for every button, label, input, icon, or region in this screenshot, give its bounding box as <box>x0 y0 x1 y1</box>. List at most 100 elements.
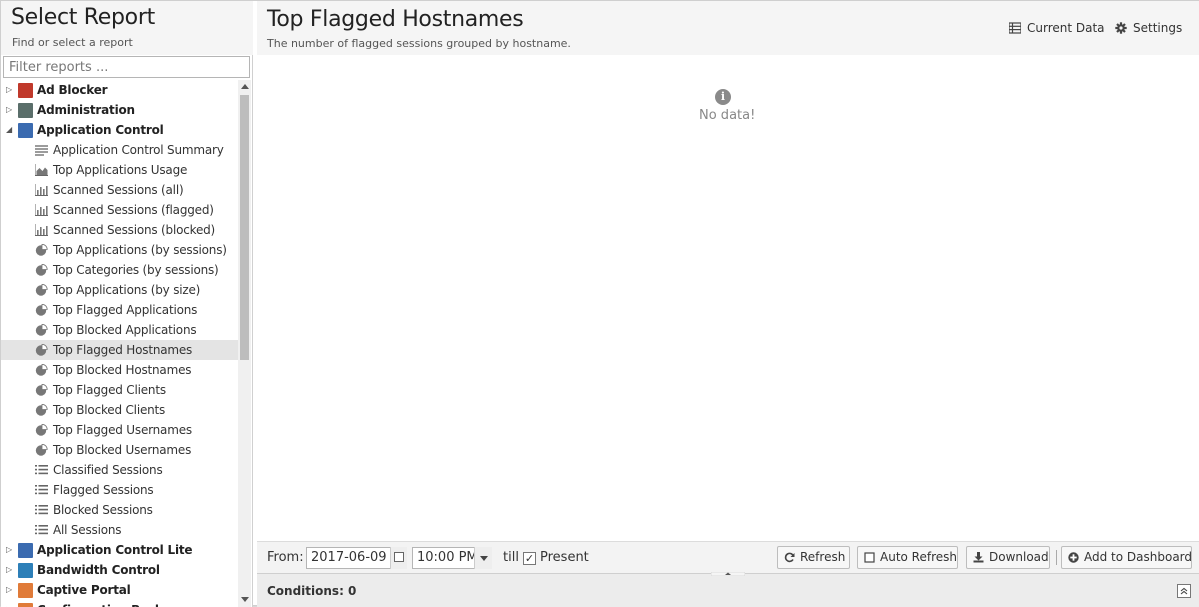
tree-report-item[interactable]: Top Flagged Hostnames <box>1 340 238 360</box>
expand-up-icon[interactable] <box>1177 584 1191 598</box>
tree-item-label: Scanned Sessions (blocked) <box>53 223 216 237</box>
tree-report-item[interactable]: Top Blocked Applications <box>1 320 238 340</box>
tree-item-label: Classified Sessions <box>53 463 163 477</box>
collapsed-arrow-icon[interactable]: ▷ <box>6 580 16 600</box>
calendar-picker-button[interactable] <box>390 547 407 569</box>
scroll-up-icon[interactable] <box>241 84 249 89</box>
collapsed-arrow-icon[interactable]: ▷ <box>6 540 16 560</box>
tree-report-item[interactable]: Scanned Sessions (all) <box>1 180 238 200</box>
tree-report-item[interactable]: Top Blocked Usernames <box>1 440 238 460</box>
refresh-icon <box>784 552 795 563</box>
pie-chart-icon <box>35 424 48 436</box>
tree-report-item[interactable]: Scanned Sessions (flagged) <box>1 200 238 220</box>
list-icon <box>35 485 48 495</box>
text-report-icon <box>35 145 48 156</box>
tree-item-label: Top Applications Usage <box>53 163 188 177</box>
application-control-lite-icon <box>18 543 33 558</box>
download-icon <box>973 552 984 563</box>
tree-item-label: Scanned Sessions (flagged) <box>53 203 214 217</box>
pie-chart-icon <box>35 244 48 256</box>
toolbar-divider <box>1056 550 1057 565</box>
tree-category[interactable]: ▷ Application Control Lite <box>1 540 238 560</box>
collapsed-arrow-icon[interactable]: ▷ <box>6 560 16 580</box>
tree-report-item[interactable]: Flagged Sessions <box>1 480 238 500</box>
tree-report-item[interactable]: Top Applications (by sessions) <box>1 240 238 260</box>
scroll-thumb[interactable] <box>240 95 249 360</box>
plus-circle-icon <box>1068 552 1079 563</box>
tree-item-label: Scanned Sessions (all) <box>53 183 184 197</box>
tree-report-item[interactable]: Top Blocked Hostnames <box>1 360 238 380</box>
tree-report-item[interactable]: Top Blocked Clients <box>1 400 238 420</box>
add-to-dashboard-button[interactable]: Add to Dashboard <box>1061 546 1192 569</box>
tree-category[interactable]: ▷ Administration <box>1 100 238 120</box>
present-label: Present <box>540 550 589 565</box>
conditions-label: Conditions: 0 <box>267 584 357 598</box>
list-icon <box>35 505 48 515</box>
pie-chart-icon <box>35 444 48 456</box>
bar-chart-icon <box>35 184 48 196</box>
tree-item-label: Application Control Summary <box>53 143 224 157</box>
tree-report-item[interactable]: Top Applications (by size) <box>1 280 238 300</box>
bar-chart-icon <box>35 224 48 236</box>
bandwidth-control-icon <box>18 563 33 578</box>
pie-chart-icon <box>35 384 48 396</box>
tree-report-item[interactable]: All Sessions <box>1 520 238 540</box>
collapsed-arrow-icon[interactable]: ▷ <box>6 80 16 100</box>
tree-item-label: Top Categories (by sessions) <box>53 263 219 277</box>
tree-report-item[interactable]: Top Flagged Clients <box>1 380 238 400</box>
pie-chart-icon <box>35 364 48 376</box>
splitter-handle[interactable] <box>711 572 745 576</box>
tree-report-item[interactable]: Top Flagged Applications <box>1 300 238 320</box>
tree-item-label: Top Blocked Applications <box>53 323 197 337</box>
tree-report-item[interactable]: Top Flagged Usernames <box>1 420 238 440</box>
collapsed-arrow-icon[interactable]: ▷ <box>6 100 16 120</box>
tree-report-item[interactable]: Application Control Summary <box>1 140 238 160</box>
tree-category[interactable]: ▷ Bandwidth Control <box>1 560 238 580</box>
tree-category[interactable]: ▷ Ad Blocker <box>1 80 238 100</box>
list-icon <box>35 525 48 535</box>
download-button[interactable]: Download <box>966 546 1050 569</box>
tree-item-label: Top Flagged Hostnames <box>53 343 193 357</box>
tree-report-item[interactable]: Top Categories (by sessions) <box>1 260 238 280</box>
pie-chart-icon <box>35 264 48 276</box>
filter-reports-input[interactable] <box>3 56 250 78</box>
scroll-down-icon[interactable] <box>241 597 249 602</box>
auto-refresh-label: Auto Refresh <box>880 550 957 564</box>
tree-item-label: Top Blocked Usernames <box>53 443 192 457</box>
tree-report-item[interactable]: Scanned Sessions (blocked) <box>1 220 238 240</box>
tree-item-label: Top Flagged Clients <box>53 383 166 397</box>
panel-title: Select Report <box>11 5 155 30</box>
from-label: From: <box>267 550 304 565</box>
present-checkbox[interactable]: ✓ <box>523 552 536 565</box>
calendar-icon <box>394 552 404 562</box>
settings-label: Settings <box>1133 21 1183 35</box>
refresh-button[interactable]: Refresh <box>777 546 850 569</box>
panel-header: Select Report Find or select a report <box>1 1 253 55</box>
chevron-down-icon <box>480 556 488 561</box>
tree-scrollbar[interactable] <box>238 80 251 607</box>
auto-refresh-button[interactable]: Auto Refresh <box>857 546 958 569</box>
report-title: Top Flagged Hostnames <box>267 7 524 32</box>
tree-report-item[interactable]: Classified Sessions <box>1 460 238 480</box>
administration-icon <box>18 103 33 118</box>
pie-chart-icon <box>35 344 48 356</box>
tree-category[interactable]: ▷ Captive Portal <box>1 580 238 600</box>
report-description: The number of flagged sessions grouped b… <box>267 37 571 50</box>
tree-category[interactable]: ◢ Application Control <box>1 120 238 140</box>
captive-portal-icon <box>18 583 33 598</box>
bar-chart-icon <box>35 204 48 216</box>
tree-item-label: Flagged Sessions <box>53 483 154 497</box>
tree-report-item[interactable]: Blocked Sessions <box>1 500 238 520</box>
application-control-icon <box>18 123 33 138</box>
info-icon: i <box>715 89 731 105</box>
pie-chart-icon <box>35 304 48 316</box>
tree-item-label: Top Flagged Applications <box>53 303 198 317</box>
report-toolbar: From: 2017-06-09 10:00 PM till ✓ Present… <box>257 541 1199 573</box>
tree-report-item[interactable]: Top Applications Usage <box>1 160 238 180</box>
time-dropdown-button[interactable] <box>474 547 492 569</box>
configuration-backup-icon <box>18 603 33 607</box>
no-data-message: No data! <box>699 108 756 123</box>
pie-chart-icon <box>35 284 48 296</box>
list-icon <box>35 465 48 475</box>
expanded-arrow-icon[interactable]: ◢ <box>6 120 16 140</box>
